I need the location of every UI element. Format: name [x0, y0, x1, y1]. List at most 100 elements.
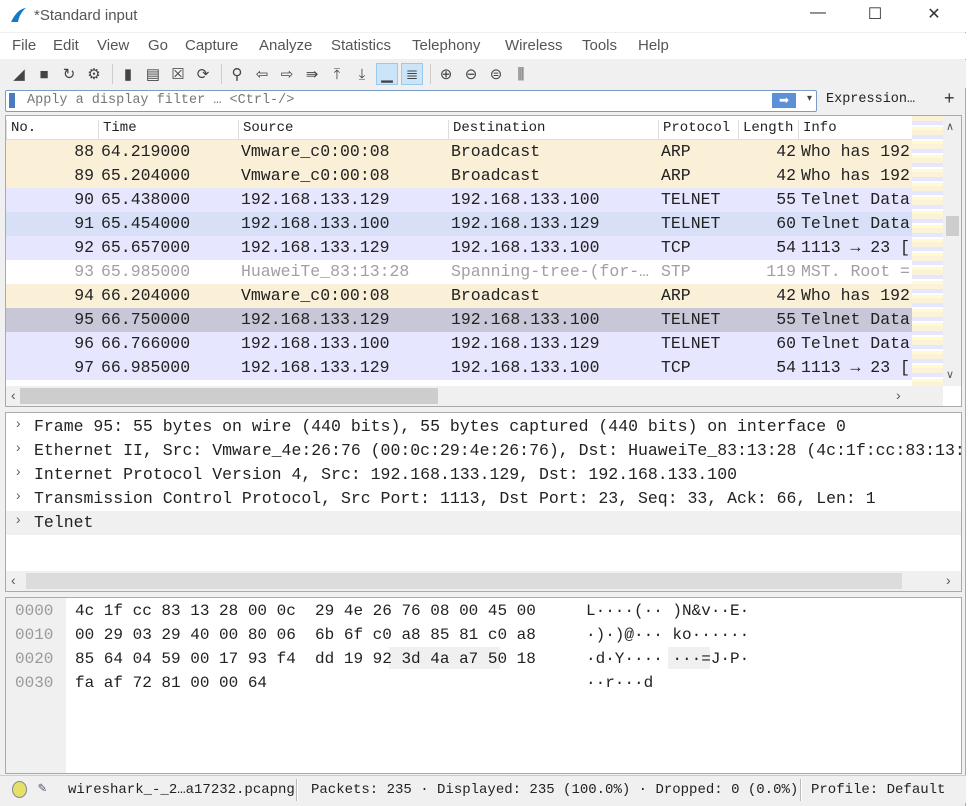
table-row[interactable]: 89 65.204000 Vmware_c0:00:08 Broadcast ARP 42… [6, 164, 912, 188]
packet-info: Telnet Data [801, 334, 910, 353]
auto-scroll-button[interactable]: ▁ [376, 63, 398, 85]
hex-bytes[interactable]: 4c 1f cc 83 13 28 00 0c 29 4e 26 76 08 0… [75, 602, 536, 624]
filter-history-dropdown[interactable]: ▾ [807, 93, 812, 104]
reload-file-button[interactable]: ⟳ [192, 63, 214, 85]
save-file-button[interactable]: ▤ [142, 63, 164, 85]
scroll-thumb[interactable] [26, 573, 902, 589]
scroll-left-icon[interactable]: ‹ [11, 387, 16, 403]
add-filter-button[interactable]: + [944, 88, 955, 109]
column-header-length[interactable]: Length [738, 120, 798, 140]
scroll-thumb[interactable] [946, 216, 959, 236]
table-row[interactable]: 88 64.219000 Vmware_c0:00:08 Broadcast ARP 42… [6, 140, 912, 164]
resize-columns-button[interactable]: ⫼ [510, 63, 532, 85]
column-header-source[interactable]: Source [238, 120, 448, 140]
packet-list-horizontal-scrollbar[interactable]: ‹ › [6, 386, 943, 406]
packet-protocol: TELNET [661, 310, 721, 329]
menu-telephony[interactable]: Telephony [412, 37, 480, 54]
scroll-left-icon[interactable]: ‹ [11, 572, 16, 588]
detail-tree-item[interactable]: › Telnet [6, 511, 961, 535]
packet-number: 90 [74, 190, 94, 209]
maximize-button[interactable]: ☐ [855, 4, 895, 28]
start-capture-button[interactable]: ◢ [8, 63, 30, 85]
column-header-protocol[interactable]: Protocol [658, 120, 738, 140]
profile-selector[interactable]: Profile: Default [811, 782, 945, 798]
menu-go[interactable]: Go [148, 37, 168, 54]
packet-time: 65.438000 [101, 190, 191, 209]
expression-button[interactable]: Expression… [826, 92, 915, 107]
go-forward-button[interactable]: ⇨ [276, 63, 298, 85]
bookmark-icon[interactable] [9, 93, 15, 108]
menu-view[interactable]: View [97, 37, 129, 54]
zoom-in-button[interactable]: ⊕ [435, 63, 457, 85]
menu-analyze[interactable]: Analyze [259, 37, 312, 54]
scroll-up-icon[interactable]: ∧ [946, 120, 954, 133]
detail-tree-item[interactable]: › Internet Protocol Version 4, Src: 192.1… [6, 463, 961, 487]
go-first-button[interactable]: ⤒ [326, 63, 348, 85]
packet-source: 192.168.133.129 [241, 238, 390, 257]
table-row[interactable]: 92 65.657000 192.168.133.129 192.168.133.10… [6, 236, 912, 260]
menu-help[interactable]: Help [638, 37, 669, 54]
expand-arrow-icon[interactable]: › [14, 513, 22, 529]
table-row[interactable]: 96 66.766000 192.168.133.100 192.168.133.12… [6, 332, 912, 356]
display-filter-input[interactable]: Apply a display filter … <Ctrl-/> ➡ ▾ [5, 90, 817, 112]
packet-minimap[interactable] [912, 116, 943, 386]
column-header-time[interactable]: Time [98, 120, 238, 140]
hex-bytes[interactable]: 00 29 03 29 40 00 80 06 6b 6f c0 a8 85 8… [75, 626, 536, 648]
menu-wireless[interactable]: Wireless [505, 37, 563, 54]
detail-tree-item[interactable]: › Ethernet II, Src: Vmware_4e:26:76 (00:0… [6, 439, 961, 463]
minimize-button[interactable]: — [798, 4, 838, 28]
close-file-button[interactable]: ☒ [167, 63, 189, 85]
hex-ascii[interactable]: ·)·)@··· ko······ [586, 626, 749, 648]
packet-protocol: TCP [661, 238, 691, 257]
go-to-packet-button[interactable]: ⇛ [301, 63, 323, 85]
restart-capture-button[interactable]: ↻ [58, 63, 80, 85]
column-header-info[interactable]: Info [798, 120, 918, 140]
table-row[interactable]: 91 65.454000 192.168.133.100 192.168.133.12… [6, 212, 912, 236]
details-horizontal-scrollbar[interactable]: ‹ › [6, 571, 961, 591]
table-row[interactable]: 93 65.985000 HuaweiTe_83:13:28 Spanning-tre… [6, 260, 912, 284]
scroll-right-icon[interactable]: › [946, 572, 951, 588]
toolbar-separator [430, 64, 431, 84]
scroll-thumb[interactable] [20, 388, 438, 404]
go-last-button[interactable]: ⤓ [351, 63, 373, 85]
scroll-down-icon[interactable]: ∨ [946, 368, 954, 381]
packet-details: › Frame 95: 55 bytes on wire (440 bits), … [5, 412, 962, 592]
table-row[interactable]: 95 66.750000 192.168.133.129 192.168.133.10… [6, 308, 912, 332]
hex-ascii[interactable]: ··r···d [586, 674, 653, 696]
find-packet-button[interactable]: ⚲ [226, 63, 248, 85]
apply-filter-button[interactable]: ➡ [772, 93, 796, 108]
go-back-button[interactable]: ⇦ [251, 63, 273, 85]
menu-statistics[interactable]: Statistics [331, 37, 391, 54]
expand-arrow-icon[interactable]: › [14, 465, 22, 481]
menu-tools[interactable]: Tools [582, 37, 617, 54]
table-row[interactable]: 97 66.985000 192.168.133.129 192.168.133.10… [6, 356, 912, 380]
expand-arrow-icon[interactable]: › [14, 489, 22, 505]
expert-info-icon[interactable] [12, 781, 27, 798]
hex-bytes[interactable]: fa af 72 81 00 00 64 [75, 674, 267, 696]
expand-arrow-icon[interactable]: › [14, 417, 22, 433]
menu-edit[interactable]: Edit [53, 37, 79, 54]
zoom-reset-button[interactable]: ⊜ [485, 63, 507, 85]
detail-tree-item[interactable]: › Frame 95: 55 bytes on wire (440 bits), … [6, 415, 961, 439]
expand-arrow-icon[interactable]: › [14, 441, 22, 457]
column-header-destination[interactable]: Destination [448, 120, 658, 140]
capture-comment-icon[interactable]: ✎ [38, 780, 46, 797]
packet-info: Who has 192 [801, 166, 910, 185]
zoom-out-button[interactable]: ⊖ [460, 63, 482, 85]
capture-options-button[interactable]: ⚙ [83, 63, 105, 85]
hex-ascii[interactable]: L····(·· )N&v··E· [586, 602, 749, 624]
detail-tree-item[interactable]: › Transmission Control Protocol, Src Port… [6, 487, 961, 511]
table-row[interactable]: 94 66.204000 Vmware_c0:00:08 Broadcast ARP 42… [6, 284, 912, 308]
packet-list-vertical-scrollbar[interactable]: ∧ ∨ [943, 116, 961, 386]
scroll-right-icon[interactable]: › [896, 387, 901, 403]
menu-file[interactable]: File [12, 37, 36, 54]
close-button[interactable]: ✕ [914, 4, 954, 28]
column-header-no[interactable]: No. [6, 120, 98, 140]
stop-capture-button[interactable]: ■ [33, 63, 55, 85]
table-row[interactable]: 90 65.438000 192.168.133.129 192.168.133.10… [6, 188, 912, 212]
find-packet-icon: ⚲ [231, 66, 243, 83]
colorize-button[interactable]: ≣ [401, 63, 423, 85]
open-file-button[interactable]: ▮ [117, 63, 139, 85]
selected-bytes-highlight [389, 647, 500, 669]
menu-capture[interactable]: Capture [185, 37, 238, 54]
